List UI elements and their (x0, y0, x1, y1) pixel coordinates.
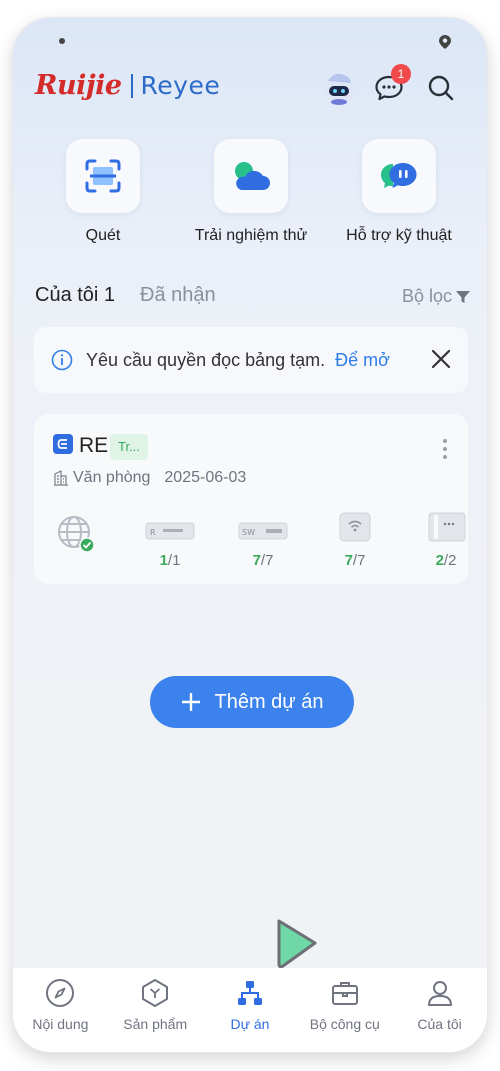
assistant-mascot-button[interactable] (319, 68, 359, 108)
support-chat-icon (381, 163, 417, 188)
project-date: 2025-06-03 (164, 469, 247, 486)
close-icon[interactable] (430, 348, 452, 370)
cloud-icon (235, 162, 270, 190)
more-icon[interactable] (442, 438, 448, 460)
nav-label: Của tôi (417, 1016, 462, 1032)
globe-online-icon (58, 516, 95, 553)
add-project-label: Thêm dự án (214, 690, 324, 713)
project-name: RE (79, 434, 109, 457)
mascot-icon (324, 73, 354, 105)
device-router[interactable]: R 1/1 (140, 512, 200, 569)
pointer-cursor-icon (277, 919, 317, 969)
brand-ruijie: Ruijie (35, 70, 122, 101)
project-logo-icon (53, 434, 73, 454)
project-icon (237, 981, 262, 1005)
device-other[interactable]: 2/2 (416, 512, 476, 569)
router-icon: R (145, 522, 195, 540)
status-dot (59, 38, 65, 44)
tab-received[interactable]: Đã nhận (140, 284, 216, 307)
info-icon (51, 349, 73, 371)
quick-action-support[interactable]: Hỗ trợ kỹ thuật (329, 139, 469, 245)
plus-icon (181, 693, 200, 711)
notification-badge: 1 (391, 64, 411, 84)
project-type: Văn phòng (73, 469, 151, 486)
scan-tile[interactable] (66, 139, 140, 213)
nav-products[interactable]: Sản phẩm (108, 968, 203, 1052)
location-icon (439, 35, 451, 49)
filter-label: Bộ lọc (401, 286, 452, 306)
phone-screen: Ruijie Reyee 1 Quét Trải nghiệm thử Hỗ t… (13, 18, 487, 1052)
nav-content[interactable]: Nội dung (13, 968, 108, 1052)
support-tile[interactable] (362, 139, 436, 213)
building-icon (54, 470, 68, 486)
trial-tile[interactable] (214, 139, 288, 213)
router-count: 1/1 (159, 552, 181, 569)
switch-count: 7/7 (252, 552, 274, 569)
brand-reyee: Reyee (140, 71, 221, 100)
filter-button[interactable]: Bộ lọc (402, 286, 471, 307)
other-device-icon (428, 512, 466, 542)
add-project-button[interactable]: Thêm dự án (150, 676, 354, 728)
notice-open-link[interactable]: Để mở (335, 350, 390, 371)
nav-profile[interactable]: Của tôi (392, 968, 487, 1052)
device-ap[interactable]: 7/7 (325, 512, 385, 569)
svg-text:SW: SW (242, 528, 255, 537)
nav-label: Dự án (230, 1016, 270, 1032)
access-point-icon (339, 512, 371, 542)
product-icon (142, 979, 169, 1007)
ap-count: 7/7 (344, 552, 366, 569)
switch-icon: SW (238, 522, 288, 540)
search-button[interactable] (421, 68, 461, 108)
nav-label: Nội dung (32, 1016, 89, 1032)
nav-label: Bộ công cụ (309, 1016, 380, 1032)
notice-text: Yêu cầu quyền đọc bảng tạm. (86, 349, 326, 370)
scan-icon (85, 159, 121, 193)
svg-text:R: R (150, 528, 156, 537)
quick-action-label: Trải nghiệm thử (194, 227, 308, 244)
nav-toolbox[interactable]: Bộ công cụ (297, 968, 392, 1052)
filter-icon (456, 290, 470, 303)
user-icon (427, 981, 452, 1006)
quick-action-trial[interactable]: Trải nghiệm thử (181, 139, 321, 245)
compass-icon (46, 979, 75, 1007)
toolbox-icon (331, 982, 358, 1005)
project-meta: Văn phòng 2025-06-03 (53, 469, 246, 487)
brand-separator (130, 73, 133, 98)
search-icon (428, 75, 454, 101)
other-count: 2/2 (435, 552, 457, 569)
nav-projects[interactable]: Dự án (203, 968, 298, 1052)
quick-action-label: Hỗ trợ kỹ thuật (346, 227, 452, 244)
project-card[interactable]: RE Tr... Văn phòng 2025-06-03 R 1/1 SW 7… (34, 414, 468, 584)
project-status-tag: Tr... (110, 434, 148, 460)
device-switch[interactable]: SW 7/7 (233, 512, 293, 569)
nav-label: Sản phẩm (123, 1016, 188, 1032)
quick-action-label: Quét (85, 227, 121, 244)
quick-action-scan[interactable]: Quét (33, 139, 173, 245)
clipboard-notice: Yêu cầu quyền đọc bảng tạm. Để mở (34, 327, 468, 393)
bottom-navigation: Nội dung Sản phẩm Dự án Bộ công cụ Của t… (13, 968, 487, 1052)
messages-button[interactable]: 1 (369, 64, 411, 108)
tab-mine[interactable]: Của tôi 1 (35, 284, 115, 307)
project-tabs: Của tôi 1 Đã nhận Bộ lọc (35, 284, 471, 312)
network-status (46, 514, 106, 559)
brand-logo: Ruijie Reyee (35, 70, 220, 101)
